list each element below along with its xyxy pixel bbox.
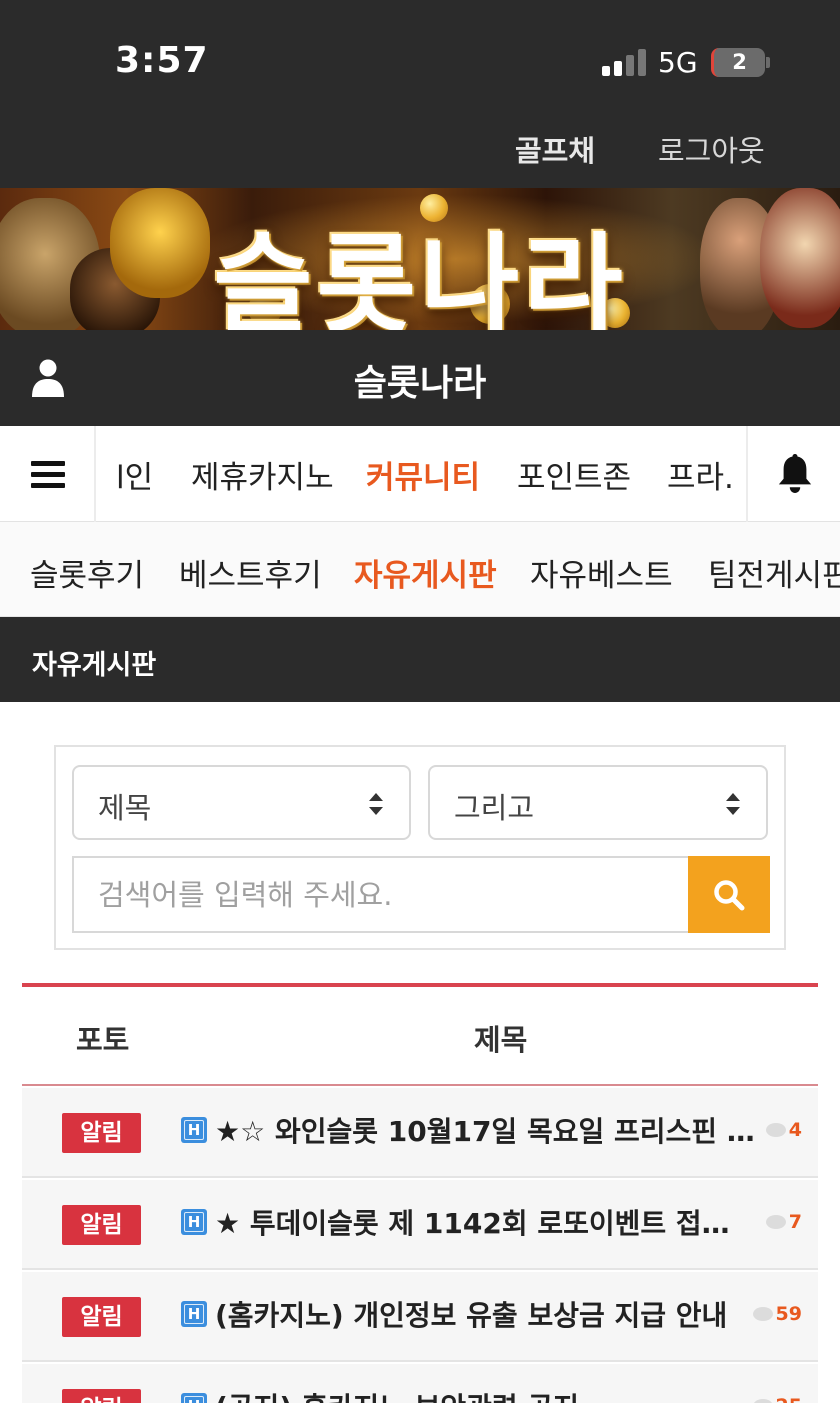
- post-title[interactable]: ★ 투데이슬롯 제 1142회 로또이벤트 접수…: [215, 1202, 755, 1242]
- search-input[interactable]: [72, 856, 688, 933]
- status-time: 3:57: [115, 40, 209, 81]
- hamburger-menu-icon: [31, 483, 65, 488]
- site-banner[interactable]: 슬롯나라: [0, 188, 840, 330]
- hot-icon: H: [181, 1117, 207, 1143]
- main-nav-scroll[interactable]: l인 제휴카지노 커뮤니티 포인트존 프라.: [96, 426, 746, 522]
- table-row[interactable]: 알림 H ★ 투데이슬롯 제 1142회 로또이벤트 접수… 7: [22, 1180, 818, 1270]
- battery-badge: 2: [732, 50, 747, 74]
- cellular-signal-icon: [602, 48, 648, 76]
- post-title[interactable]: (공지) 홈카지노 보안관련 공지: [215, 1386, 755, 1403]
- search-icon: [714, 880, 745, 911]
- comment-bubble-icon: [765, 1123, 786, 1137]
- sub-nav-best-review[interactable]: 베스트후기: [179, 550, 322, 595]
- notice-badge: 알림: [62, 1389, 141, 1403]
- brand-title: 슬롯나라: [353, 363, 487, 404]
- search-operator-select[interactable]: 그리고: [428, 765, 768, 840]
- nav-item-partial-left[interactable]: l인: [116, 452, 153, 497]
- table-row[interactable]: 알림 H (공지) 홈카지노 보안관련 공지 25: [22, 1364, 818, 1403]
- sub-nav-slot-review[interactable]: 슬롯후기: [30, 550, 144, 595]
- notice-badge: 알림: [62, 1205, 141, 1245]
- table-row[interactable]: 알림 H ★☆ 와인슬롯 10월17일 목요일 프리스핀 … 4: [22, 1088, 818, 1178]
- sub-nav-team-board[interactable]: 팀전게시판: [708, 550, 840, 595]
- search-button[interactable]: [688, 856, 770, 933]
- hot-icon: H: [181, 1301, 207, 1327]
- battery-tip: [766, 57, 770, 68]
- nav-item-partial-right[interactable]: 프라.: [667, 452, 734, 497]
- sub-nav-free-board[interactable]: 자유게시판: [354, 550, 497, 595]
- hamburger-menu-icon: [31, 472, 65, 477]
- notice-badge: 알림: [62, 1297, 141, 1337]
- hamburger-menu-button[interactable]: [0, 426, 96, 522]
- up-down-arrow-icon: [369, 793, 383, 815]
- comment-count: 25: [752, 1395, 802, 1403]
- battery-icon: 2: [711, 48, 765, 77]
- search-field-select[interactable]: 제목: [72, 765, 411, 840]
- comment-count: 7: [765, 1211, 802, 1233]
- up-down-arrow-icon: [726, 793, 740, 815]
- nav-item-partner-casino[interactable]: 제휴카지노: [191, 452, 334, 497]
- column-header-photo: 포토: [76, 1023, 130, 1057]
- post-title[interactable]: (홈카지노) 개인정보 유출 보상금 지급 안내: [215, 1294, 755, 1334]
- brand-bar: 슬롯나라: [0, 330, 840, 426]
- comment-count: 4: [765, 1119, 802, 1141]
- notice-badge: 알림: [62, 1113, 141, 1153]
- sub-nav-free-best[interactable]: 자유베스트: [530, 550, 673, 595]
- status-bar: 3:57 5G 2: [0, 0, 840, 110]
- comment-bubble-icon: [752, 1307, 773, 1321]
- network-type: 5G: [658, 46, 698, 79]
- hamburger-menu-icon: [31, 461, 65, 466]
- comment-count: 59: [752, 1303, 802, 1325]
- golf-link[interactable]: 골프채: [515, 128, 595, 170]
- bell-icon: [778, 454, 812, 493]
- nav-item-community[interactable]: 커뮤니티: [366, 452, 480, 497]
- notification-button[interactable]: [746, 426, 840, 522]
- nav-item-point-zone[interactable]: 포인트존: [517, 452, 631, 497]
- hot-icon: H: [181, 1393, 207, 1403]
- section-title: 자유게시판: [32, 650, 157, 681]
- search-panel: 제목 그리고: [54, 745, 786, 950]
- sub-nav: 슬롯후기 베스트후기 자유게시판 자유베스트 팀전게시판: [0, 522, 840, 617]
- list-header: 포토 제목: [22, 987, 818, 1086]
- logout-link[interactable]: 로그아웃: [658, 128, 765, 170]
- banner-title: 슬롯나라: [213, 223, 627, 330]
- table-row[interactable]: 알림 H (홈카지노) 개인정보 유출 보상금 지급 안내 59: [22, 1272, 818, 1362]
- comment-bubble-icon: [765, 1215, 786, 1229]
- main-nav: l인 제휴카지노 커뮤니티 포인트존 프라.: [0, 426, 840, 522]
- section-header: 자유게시판: [0, 617, 840, 702]
- search-field-value: 제목: [98, 791, 152, 825]
- top-links-bar: 골프채 로그아웃: [0, 110, 840, 188]
- comment-bubble-icon: [752, 1399, 773, 1403]
- column-header-title: 제목: [474, 1023, 528, 1057]
- search-operator-value: 그리고: [454, 791, 535, 825]
- post-title[interactable]: ★☆ 와인슬롯 10월17일 목요일 프리스핀 …: [215, 1110, 755, 1150]
- hot-icon: H: [181, 1209, 207, 1235]
